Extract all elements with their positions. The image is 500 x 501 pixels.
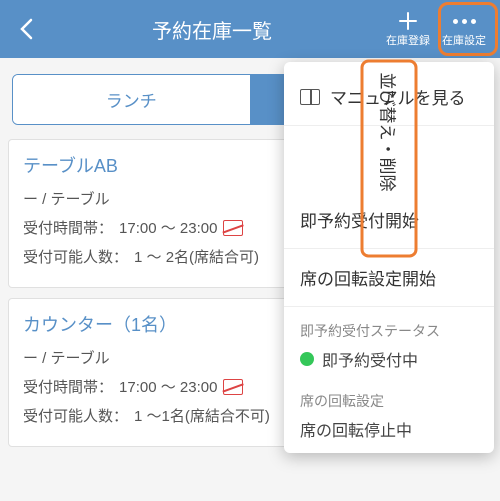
time-label: 受付時間帯： (23, 376, 113, 397)
more-icon (451, 10, 478, 32)
book-icon (300, 89, 320, 105)
status-rotation: 席の回転設定 席の回転停止中 (284, 377, 494, 447)
card-type: ー / テーブル (23, 188, 110, 209)
status-rotation-value: 席の回転停止中 (300, 417, 412, 441)
card-type: ー / テーブル (23, 347, 110, 368)
cap-value: 1 〜 2名(席結合可) (134, 246, 259, 267)
cap-label: 受付可能人数： (23, 405, 128, 426)
status-rotation-label: 席の回転設定 (300, 391, 478, 411)
settings-button[interactable]: 在庫設定 (436, 5, 492, 53)
chevron-left-icon (19, 18, 33, 40)
menu-sort-label: 並び替え・削除 (377, 73, 402, 192)
tab-lunch[interactable]: ランチ (13, 75, 251, 124)
back-button[interactable] (8, 18, 44, 40)
add-label: 在庫登録 (386, 32, 430, 48)
time-value: 17:00 〜 23:00 (119, 376, 217, 397)
plus-icon (397, 10, 419, 32)
menu-rotation-label: 席の回転設定開始 (300, 265, 436, 290)
app-header: 予約在庫一覧 在庫登録 在庫設定 (0, 0, 500, 58)
settings-label: 在庫設定 (442, 32, 486, 48)
cap-value: 1 〜1名(席結合不可) (134, 405, 270, 426)
page-title: 予約在庫一覧 (44, 15, 380, 44)
status-instant-label: 即予約受付ステータス (300, 321, 478, 341)
settings-dropdown: マニュアルを見る 並び替え・削除 即予約受付開始 席の回転設定開始 即予約受付ス… (284, 62, 494, 453)
time-value: 17:00 〜 23:00 (119, 217, 217, 238)
status-instant-value: 即予約受付中 (322, 347, 418, 371)
no-smoking-icon (223, 379, 243, 395)
menu-rotation-start[interactable]: 席の回転設定開始 (284, 249, 494, 307)
add-inventory-button[interactable]: 在庫登録 (380, 5, 436, 53)
no-smoking-icon (223, 220, 243, 236)
cap-label: 受付可能人数： (23, 246, 128, 267)
status-instant: 即予約受付ステータス 即予約受付中 (284, 307, 494, 377)
time-label: 受付時間帯： (23, 217, 113, 238)
status-dot-icon (300, 352, 314, 366)
menu-sort-delete[interactable]: 並び替え・削除 (361, 60, 418, 258)
